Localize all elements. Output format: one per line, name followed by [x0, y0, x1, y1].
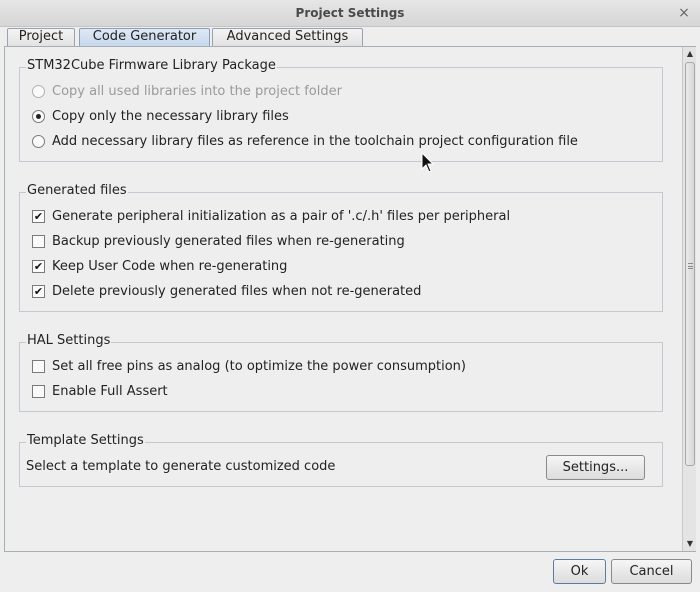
checkbox-label: Generate peripheral initialization as a … [52, 208, 511, 224]
tab-project[interactable]: Project [7, 28, 75, 47]
close-icon[interactable]: × [676, 5, 692, 21]
checkbox-label: Keep User Code when re-generating [52, 258, 288, 274]
mouse-pointer-icon [421, 152, 435, 173]
radio-copy-all-libraries[interactable]: Copy all used libraries into the project… [32, 82, 342, 100]
checkbox-free-pins-analog[interactable]: Set all free pins as analog (to optimize… [32, 357, 466, 375]
radio-indicator[interactable] [32, 134, 45, 148]
checkbox-keep-user-code[interactable]: ✔ Keep User Code when re-generating [32, 257, 287, 275]
scroll-up-icon[interactable]: ▲ [683, 47, 697, 61]
tab-content-panel: STM32Cube Firmware Library Package Copy … [4, 46, 696, 552]
checkbox-label: Set all free pins as analog (to optimize… [52, 358, 466, 374]
checkbox-label: Enable Full Assert [52, 383, 168, 399]
generated-files-legend: Generated files [26, 183, 128, 198]
window-title: Project Settings [295, 6, 405, 20]
radio-label: Copy all used libraries into the project… [52, 83, 342, 99]
hal-settings-group: HAL Settings Set all free pins as analog… [19, 333, 663, 412]
checkbox-icon[interactable] [32, 359, 45, 373]
template-settings-group: Template Settings Select a template to g… [19, 433, 663, 487]
template-settings-legend: Template Settings [26, 433, 145, 448]
checkbox-label: Backup previously generated files when r… [52, 233, 405, 249]
checkbox-label: Delete previously generated files when n… [52, 283, 422, 299]
checkbox-delete-previously-generated[interactable]: ✔ Delete previously generated files when… [32, 282, 421, 300]
generated-files-group: Generated files ✔ Generate peripheral in… [19, 183, 663, 312]
vertical-scrollbar[interactable]: ▲ ▼ [682, 47, 696, 551]
radio-copy-necessary-files[interactable]: Copy only the necessary library files [32, 107, 289, 125]
checkbox-generate-peripheral-init[interactable]: ✔ Generate peripheral initialization as … [32, 207, 510, 225]
tab-advanced-settings[interactable]: Advanced Settings [212, 28, 363, 47]
checkbox-icon[interactable] [32, 234, 45, 248]
cancel-button[interactable]: Cancel [611, 559, 692, 584]
scrollbar-thumb[interactable] [685, 62, 695, 466]
checkbox-icon[interactable]: ✔ [32, 259, 45, 273]
radio-indicator[interactable] [32, 109, 45, 123]
checkbox-icon[interactable]: ✔ [32, 284, 45, 298]
ok-button[interactable]: Ok [553, 559, 606, 584]
title-bar: Project Settings × [0, 0, 700, 27]
template-description: Select a template to generate customized… [26, 458, 336, 474]
tab-code-generator[interactable]: Code Generator [79, 28, 210, 48]
checkbox-enable-full-assert[interactable]: Enable Full Assert [32, 382, 168, 400]
checkbox-backup-generated-files[interactable]: Backup previously generated files when r… [32, 232, 405, 250]
radio-add-as-reference[interactable]: Add necessary library files as reference… [32, 132, 578, 150]
scroll-down-icon[interactable]: ▼ [683, 537, 697, 551]
firmware-library-group: STM32Cube Firmware Library Package Copy … [19, 58, 663, 162]
checkbox-icon[interactable] [32, 384, 45, 398]
template-settings-button[interactable]: Settings... [546, 455, 645, 480]
radio-label: Add necessary library files as reference… [52, 133, 578, 149]
grip-icon [688, 263, 693, 269]
hal-settings-legend: HAL Settings [26, 333, 112, 348]
checkbox-icon[interactable]: ✔ [32, 209, 45, 223]
radio-label: Copy only the necessary library files [52, 108, 289, 124]
firmware-library-legend: STM32Cube Firmware Library Package [26, 58, 277, 73]
radio-indicator[interactable] [32, 84, 45, 98]
